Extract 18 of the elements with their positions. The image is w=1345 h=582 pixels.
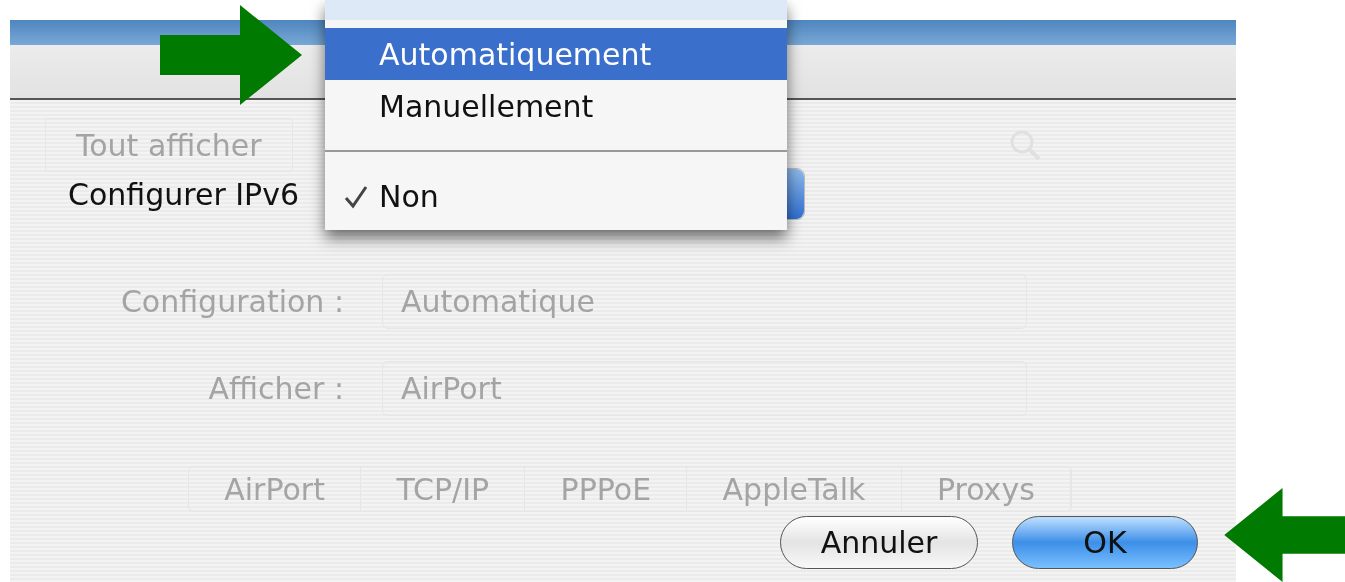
tab[interactable]: AppleTalk: [687, 467, 902, 511]
tab[interactable]: TCP/IP: [361, 467, 526, 511]
select-field[interactable]: Automatique: [382, 274, 1027, 329]
ok-button[interactable]: OK: [1012, 516, 1198, 569]
field-label: Afficher :: [207, 370, 345, 408]
menu-item[interactable]: Non: [325, 170, 787, 222]
arrow-icon: [160, 5, 302, 105]
field-label: Configurer IPv6: [68, 176, 300, 214]
field-label: Configuration :: [119, 283, 345, 321]
tab[interactable]: AirPort: [189, 467, 362, 511]
show-all-button[interactable]: Tout afficher: [45, 118, 293, 172]
tab[interactable]: PPPoE: [525, 467, 688, 511]
cancel-button[interactable]: Annuler: [780, 516, 978, 569]
menu-item[interactable]: Manuellement: [325, 80, 787, 132]
menu-item[interactable]: Automatiquement: [325, 28, 787, 80]
tab[interactable]: Proxys: [901, 467, 1071, 511]
select-field[interactable]: AirPort: [382, 361, 1027, 416]
checkmark-icon: [343, 184, 369, 210]
